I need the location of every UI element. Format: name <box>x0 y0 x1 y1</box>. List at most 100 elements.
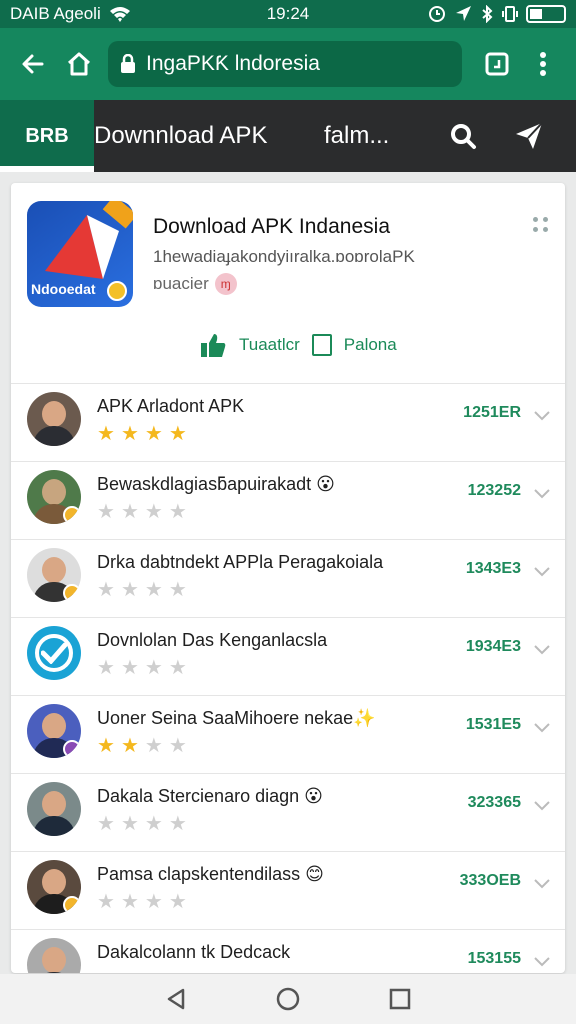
send-icon <box>516 122 543 149</box>
app-icon-badge <box>107 281 127 301</box>
location-icon <box>456 6 471 21</box>
menu-button[interactable] <box>520 41 566 87</box>
star-empty-icon: ★ <box>168 579 187 601</box>
url-text: IngaPKƘ lndoresia <box>146 52 320 75</box>
back-arrow-icon <box>22 54 44 74</box>
like-label[interactable]: Tuaatlcr <box>239 335 300 355</box>
tab-switcher-button[interactable] <box>474 41 520 87</box>
browser-toolbar: IngaPKƘ lndoresia <box>0 28 576 100</box>
list-item[interactable]: Dakalcolann tk Dedcack 153155 <box>11 929 565 973</box>
star-empty-icon: ★ <box>144 579 163 601</box>
nav-back-icon[interactable] <box>164 987 188 1011</box>
nav-home-icon[interactable] <box>275 986 301 1012</box>
chevron-down-icon[interactable] <box>533 484 551 502</box>
star-filled-icon: ★ <box>97 735 115 757</box>
chevron-down-icon[interactable] <box>533 718 551 736</box>
star-filled-icon: ★ <box>97 423 115 445</box>
check-icon <box>41 642 67 664</box>
list-item[interactable]: Dakala Stercienaro diagn 😮 ★ ★ ★ ★ 323365 <box>11 773 565 851</box>
star-filled-icon: ★ <box>144 423 163 445</box>
list-item-count: 333OEB <box>459 872 521 889</box>
app-icon-label: Ndooedat <box>31 281 96 297</box>
nav-recents-icon[interactable] <box>388 987 412 1011</box>
star-empty-icon: ★ <box>144 657 163 679</box>
tab-switcher-icon <box>485 52 509 76</box>
site-title[interactable]: Downnload APK <box>94 122 294 150</box>
app-card: Ndooedat Download APK Indanesia 1hewadia… <box>11 183 565 973</box>
list-item[interactable]: Uoner Seina SaaMihoere nekae✨ ★ ★ ★ ★ 1531E… <box>11 695 565 773</box>
star-empty-icon: ★ <box>120 501 139 523</box>
alarm-icon <box>429 6 445 22</box>
star-filled-icon: ★ <box>168 423 187 445</box>
list-item[interactable]: APK Arladont APK ★ ★ ★ ★ 1251ER <box>11 383 565 461</box>
star-empty-icon: ★ <box>168 501 187 523</box>
share-button[interactable] <box>507 114 551 158</box>
other-action-label[interactable]: Palona <box>344 335 397 355</box>
star-empty-icon: ★ <box>97 891 115 913</box>
list-item-count: 153155 <box>467 950 521 967</box>
chevron-down-icon[interactable] <box>533 406 551 424</box>
clock: 19:24 <box>266 4 310 23</box>
chevron-down-icon[interactable] <box>533 640 551 658</box>
app-meta: ɒuacier ɱ <box>153 273 237 295</box>
search-icon <box>451 124 476 149</box>
star-empty-icon: ★ <box>144 891 163 913</box>
list-item[interactable]: Pamsa clapskentendilass 😊 ★ ★ ★ ★ 333OEB <box>11 851 565 929</box>
app-actions: Tuaatlcr Palona <box>199 331 397 359</box>
list-item-title: Dovnlolan Das Kenganlacsla <box>97 630 328 650</box>
star-empty-icon: ★ <box>144 735 163 757</box>
address-bar[interactable]: IngaPKƘ lndoresia <box>108 41 462 87</box>
star-empty-icon: ★ <box>120 579 139 601</box>
search-button[interactable] <box>441 114 485 158</box>
checkbox-icon[interactable] <box>311 334 332 356</box>
lock-icon <box>121 54 135 73</box>
avatar <box>27 548 81 602</box>
star-filled-icon: ★ <box>120 423 139 445</box>
list-item-title: Uoner Seina SaaMihoere nekae✨ <box>97 708 376 728</box>
chevron-down-icon[interactable] <box>533 874 551 892</box>
back-button[interactable] <box>10 41 56 87</box>
avatar <box>27 392 81 446</box>
star-empty-icon: ★ <box>168 891 187 913</box>
list-item-title: Drka dabtndekt APPla Peragakoiala <box>97 552 384 572</box>
header-menu-link[interactable]: falm... <box>324 122 419 150</box>
battery-icon <box>526 5 566 23</box>
star-empty-icon: ★ <box>97 579 115 601</box>
avatar <box>27 938 81 973</box>
avatar <box>27 470 81 524</box>
list-item[interactable]: Drka dabtndekt APPla Peragakoiala ★ ★ ★ ★ 1… <box>11 539 565 617</box>
thumbs-up-icon[interactable] <box>199 331 227 359</box>
chevron-down-icon[interactable] <box>533 952 551 970</box>
app-title: Download APK Indanesia <box>153 215 390 238</box>
drag-handle-icon[interactable] <box>533 217 549 233</box>
carrier-text: DAIB Ageoli <box>10 4 101 23</box>
star-rating: ★ ★ ★ ★ <box>97 580 187 600</box>
chevron-down-icon[interactable] <box>533 562 551 580</box>
list-item-count: 323365 <box>467 794 521 811</box>
system-nav-bar <box>0 974 576 1024</box>
app-icon[interactable]: Ndooedat <box>27 201 133 307</box>
star-rating: ★ ★ ★ ★ <box>97 736 187 756</box>
home-button[interactable] <box>56 41 102 87</box>
wifi-icon <box>109 7 130 22</box>
avatar <box>27 782 81 836</box>
list-item[interactable]: Bewaskdlagiasƃapuirakadt 😮 ★ ★ ★ ★ 123252 <box>11 461 565 539</box>
list-item-title: Pamsa clapskentendilass 😊 <box>97 864 324 884</box>
star-rating: ★ ★ ★ ★ <box>97 658 187 678</box>
star-empty-icon: ★ <box>168 657 187 679</box>
star-empty-icon: ★ <box>97 501 115 523</box>
star-empty-icon: ★ <box>168 813 187 835</box>
app-header: Ndooedat Download APK Indanesia 1hewadia… <box>11 183 565 383</box>
list-item[interactable]: Dovnlolan Das Kenganlacsla ★ ★ ★ ★ 1934E3 <box>11 617 565 695</box>
site-header: BRB Downnload APK falm... <box>0 100 576 172</box>
star-empty-icon: ★ <box>120 657 139 679</box>
chevron-down-icon[interactable] <box>533 796 551 814</box>
list-item-title: APK Arladont APK <box>97 396 245 416</box>
star-filled-icon: ★ <box>120 735 139 757</box>
apk-list: APK Arladont APK ★ ★ ★ ★ 1251ER Bewaskdlagi… <box>11 383 565 973</box>
vibrate-icon <box>502 6 518 22</box>
site-logo[interactable]: BRB <box>0 100 94 172</box>
list-item-count: 1531E5 <box>465 716 521 733</box>
status-bar: DAIB Ageoli 19:24 <box>0 0 576 28</box>
star-empty-icon: ★ <box>144 813 163 835</box>
